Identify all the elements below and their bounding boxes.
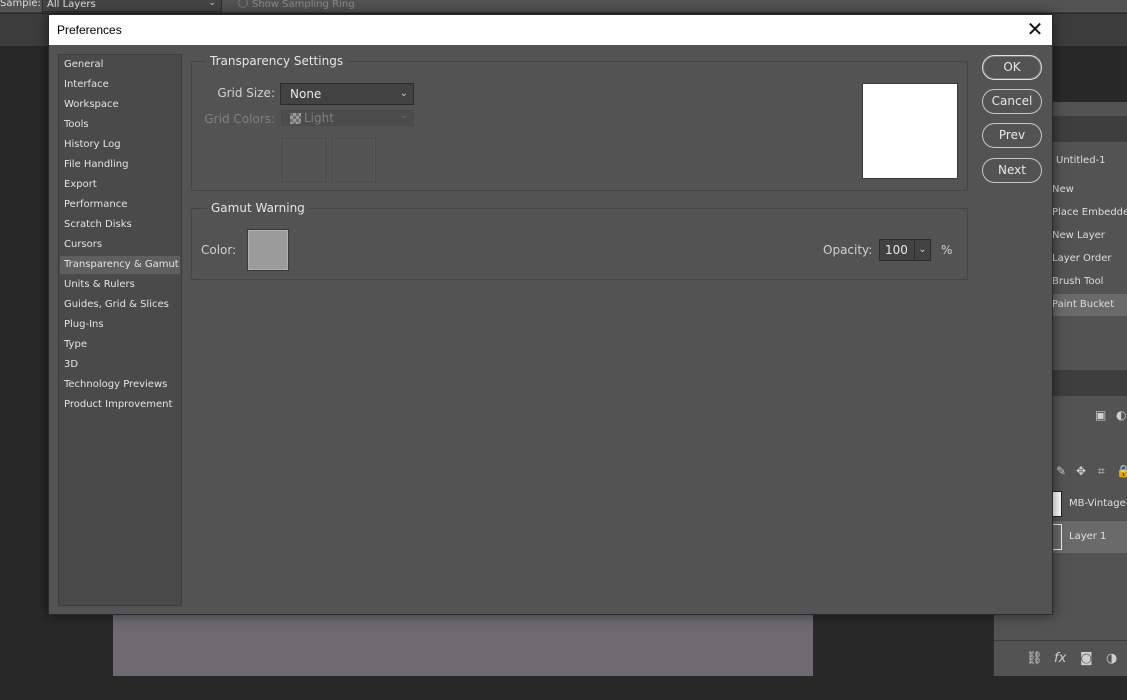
grid-size-select[interactable]: None ⌄ bbox=[280, 83, 414, 105]
sample-layers-value: All Layers bbox=[47, 0, 96, 10]
mask-icon[interactable]: ◙ bbox=[1080, 651, 1093, 666]
nav-item-general[interactable]: General bbox=[60, 56, 180, 74]
nav-item-interface[interactable]: Interface bbox=[60, 76, 180, 94]
grid-color-swatch-2[interactable] bbox=[332, 138, 376, 182]
dialog-title: Preferences bbox=[57, 23, 122, 37]
move-icon[interactable]: ✥ bbox=[1076, 464, 1086, 478]
opacity-input[interactable]: 100 ⌄ bbox=[879, 239, 931, 261]
adjustment-icon[interactable]: ◐ bbox=[1116, 408, 1126, 422]
grid-size-label: Grid Size: bbox=[217, 86, 275, 100]
nav-item-guides-grid-slices[interactable]: Guides, Grid & Slices bbox=[60, 296, 180, 314]
grid-size-value: None bbox=[290, 87, 322, 101]
nav-item-3d[interactable]: 3D bbox=[60, 356, 180, 374]
opacity-label: Opacity: bbox=[823, 243, 873, 257]
transparency-preview bbox=[862, 83, 958, 179]
grid-color-swatch-1[interactable] bbox=[282, 138, 326, 182]
sample-label: Sample: bbox=[0, 0, 41, 9]
grid-colors-value: Light bbox=[304, 111, 334, 125]
fx-icon[interactable]: fx bbox=[1054, 651, 1066, 666]
transparency-settings-title: Transparency Settings bbox=[206, 54, 348, 68]
layer-thumbnail bbox=[1052, 524, 1062, 550]
chevron-down-icon: ⌄ bbox=[208, 0, 216, 8]
history-item[interactable]: Brush Tool bbox=[1052, 276, 1103, 287]
prev-button[interactable]: Prev bbox=[982, 123, 1042, 148]
layer-name: Layer 1 bbox=[1069, 531, 1107, 542]
checkbox-icon bbox=[238, 0, 248, 8]
crop-icon[interactable]: ⌗ bbox=[1098, 464, 1105, 479]
history-item[interactable]: Untitled-1 bbox=[1056, 155, 1106, 166]
nav-item-performance[interactable]: Performance bbox=[60, 196, 180, 214]
close-icon[interactable]: ✕ bbox=[1024, 18, 1046, 40]
dialog-titlebar: Preferences ✕ bbox=[49, 15, 1052, 45]
nav-item-history-log[interactable]: History Log bbox=[60, 136, 180, 154]
grid-colors-select[interactable]: Light ⌄ bbox=[281, 110, 414, 126]
show-sampling-ring-checkbox[interactable]: Show Sampling Ring bbox=[238, 0, 355, 10]
preferences-nav: General Interface Workspace Tools Histor… bbox=[58, 54, 182, 606]
nav-item-type[interactable]: Type bbox=[60, 336, 180, 354]
image-icon[interactable]: ▣ bbox=[1095, 408, 1106, 422]
nav-item-scratch-disks[interactable]: Scratch Disks bbox=[60, 216, 180, 234]
preferences-dialog: Preferences ✕ General Interface Workspac… bbox=[48, 14, 1053, 615]
checkerboard-icon bbox=[290, 113, 301, 124]
link-icon[interactable]: ⛓ bbox=[1026, 651, 1043, 666]
history-item[interactable]: New bbox=[1052, 184, 1074, 195]
options-bar: Sample: All Layers ⌄ Show Sampling Ring bbox=[0, 0, 1127, 13]
chevron-down-icon: ⌄ bbox=[399, 110, 408, 121]
nav-item-tools[interactable]: Tools bbox=[60, 116, 180, 134]
layer-name: MB-Vintage-C bbox=[1069, 498, 1127, 509]
layer-thumbnail bbox=[1052, 491, 1062, 517]
nav-item-technology-previews[interactable]: Technology Previews bbox=[60, 376, 180, 394]
lock-icon[interactable]: 🔒 bbox=[1116, 464, 1127, 478]
history-item[interactable]: New Layer bbox=[1052, 230, 1105, 241]
history-item[interactable]: Place Embedded bbox=[1052, 207, 1127, 218]
nav-item-cursors[interactable]: Cursors bbox=[60, 236, 180, 254]
brush-icon[interactable]: ✎ bbox=[1056, 464, 1066, 478]
nav-item-export[interactable]: Export bbox=[60, 176, 180, 194]
gamut-color-swatch[interactable] bbox=[247, 229, 289, 271]
sample-layers-select[interactable]: All Layers ⌄ bbox=[42, 0, 222, 12]
opacity-value: 100 bbox=[885, 243, 908, 257]
nav-item-workspace[interactable]: Workspace bbox=[60, 96, 180, 114]
ok-button[interactable]: OK bbox=[982, 55, 1042, 80]
gamut-warning-title: Gamut Warning bbox=[207, 201, 309, 215]
adjustment-layer-icon[interactable]: ◑ bbox=[1106, 651, 1117, 666]
gamut-color-label: Color: bbox=[201, 243, 237, 257]
nav-item-file-handling[interactable]: File Handling bbox=[60, 156, 180, 174]
opacity-unit: % bbox=[941, 243, 953, 257]
layers-panel-footer: ⛓ fx ◙ ◑ bbox=[994, 640, 1127, 676]
grid-colors-label: Grid Colors: bbox=[204, 112, 275, 126]
nav-item-transparency-gamut[interactable]: Transparency & Gamut bbox=[60, 256, 180, 274]
nav-item-product-improvement[interactable]: Product Improvement bbox=[60, 396, 180, 414]
cancel-button[interactable]: Cancel bbox=[982, 89, 1042, 114]
chevron-down-icon: ⌄ bbox=[399, 88, 408, 99]
next-button[interactable]: Next bbox=[982, 158, 1042, 183]
nav-item-units-rulers[interactable]: Units & Rulers bbox=[60, 276, 180, 294]
show-sampling-ring-label: Show Sampling Ring bbox=[252, 0, 355, 10]
chevron-down-icon[interactable]: ⌄ bbox=[914, 240, 930, 260]
history-item[interactable]: Layer Order bbox=[1052, 253, 1111, 264]
nav-item-plug-ins[interactable]: Plug-Ins bbox=[60, 316, 180, 334]
